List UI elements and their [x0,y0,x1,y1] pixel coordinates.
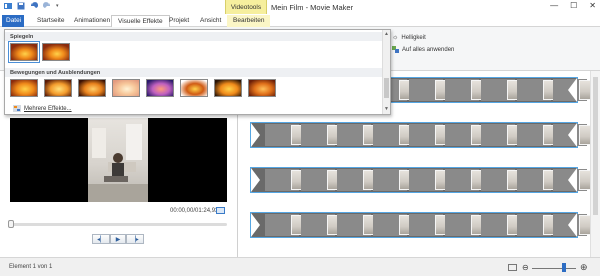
previous-frame-button[interactable]: ◂▏ [92,234,110,244]
flower-thumb-icon [113,80,139,96]
effect-pan-zoom[interactable] [214,79,242,97]
clip-start-marker [251,213,260,237]
seek-handle[interactable] [8,220,14,228]
effect-mirror-horizontal[interactable] [8,41,40,63]
maximize-button[interactable]: ☐ [570,1,577,10]
title-bar: ▾ Videotools Mein Film - Movie Maker — ☐… [0,0,600,16]
clip-end-marker [568,123,577,147]
effect-fade-in-black[interactable] [10,79,38,97]
effect-rotate-360[interactable] [180,79,208,97]
apply-all-label: Auf alles anwenden [402,46,455,53]
flower-thumb-icon [11,80,37,96]
flower-thumb-icon [215,80,241,96]
scroll-up-icon[interactable]: ▲ [384,31,389,37]
more-effects-button[interactable]: Mehrere Effekte... [13,105,72,112]
tab-bearbeiten[interactable]: Bearbeiten [227,15,271,27]
redo-icon[interactable] [43,2,51,10]
tab-datei[interactable]: Datei [2,15,24,27]
tab-projekt[interactable]: Projekt [163,15,195,27]
effects-gallery: Spiegeln Bewegungen und Ausblendungen Me… [4,29,391,115]
clip-end-marker [568,213,577,237]
tab-startseite[interactable]: Startseite [31,15,70,27]
save-icon[interactable] [17,2,25,10]
close-button[interactable]: ✕ [589,1,596,10]
video-frame [88,118,148,202]
gallery-scrollbar[interactable]: ▲ ▼ [382,30,390,114]
zoom-slider-handle[interactable] [562,263,566,272]
flower-thumb-icon [11,44,37,60]
ribbon-tabs: Datei Startseite Animationen Visuelle Ef… [0,14,600,27]
storyboard-clip-row[interactable] [250,167,591,193]
section-mirror: Spiegeln [5,32,383,41]
zoom-in-icon[interactable]: ⊕ [580,262,588,273]
zoom-fit-icon[interactable] [508,264,517,271]
flower-thumb-icon [147,80,173,96]
zoom-slider[interactable] [532,268,576,269]
sun-icon: ☼ [392,34,399,41]
effect-mirror-vertical[interactable] [42,43,70,61]
section-motion: Bewegungen und Ausblendungen [5,68,383,77]
play-button[interactable]: ▶ [110,234,126,244]
flower-thumb-icon [79,80,105,96]
effect-edge-detection[interactable] [146,79,174,97]
status-bar: Element 1 von 1 ⊖ ⊕ [0,257,600,276]
effect-fade-out-white[interactable] [112,79,140,97]
storyboard-clip-row[interactable] [250,212,591,238]
video-preview[interactable] [10,118,227,202]
clip-end-marker [568,168,577,192]
brightness-label: Helligkeit [401,34,426,41]
apply-all-icon [392,46,399,53]
scroll-down-icon[interactable]: ▼ [384,106,389,112]
gallery-scroll-thumb[interactable] [384,78,389,98]
flower-thumb-icon [181,80,207,96]
status-text: Element 1 von 1 [9,264,53,270]
undo-icon[interactable] [30,2,38,10]
storyboard-scrollbar[interactable] [590,71,600,257]
effect-cinematic[interactable] [248,79,276,97]
more-effects-label: Mehrere Effekte... [24,105,72,112]
minimize-button[interactable]: — [550,1,558,10]
quick-access-toolbar: ▾ [4,2,59,10]
storyboard-clip-row[interactable] [250,122,591,148]
window-controls: — ☐ ✕ [550,1,596,10]
previous-frame-icon: ◂▏ [97,236,105,243]
brightness-button[interactable]: ☼ Helligkeit [392,34,426,41]
timecode: 00:00,00/01:24,93 [170,208,219,214]
seek-bar[interactable] [10,223,227,226]
next-frame-icon: ▕▸ [131,236,139,243]
effects-icon [13,105,21,112]
fullscreen-icon[interactable] [216,207,225,214]
tab-animationen[interactable]: Animationen [68,15,116,27]
flower-thumb-icon [249,80,275,96]
clip-end-marker [568,78,577,102]
window-title: Mein Film - Movie Maker [271,3,354,12]
app-icon [4,3,12,9]
next-frame-button[interactable]: ▕▸ [126,234,144,244]
flower-thumb-icon [43,44,69,60]
qat-dropdown-icon[interactable]: ▾ [56,3,59,9]
playback-controls: ◂▏ ▶ ▕▸ [92,234,144,244]
video-frame-image [88,124,148,202]
clip-start-marker [251,123,260,147]
flower-thumb-icon [45,80,71,96]
zoom-out-icon[interactable]: ⊖ [522,263,529,272]
apply-all-button[interactable]: Auf alles anwenden [392,46,454,53]
play-icon: ▶ [115,236,121,243]
tab-ansicht[interactable]: Ansicht [194,15,227,27]
effect-fade-out-black[interactable] [44,79,72,97]
tab-visuelle-effekte[interactable]: Visuelle Effekte [111,15,170,27]
effect-fade-in-white[interactable] [78,79,106,97]
storyboard-scroll-thumb[interactable] [593,77,598,215]
clip-start-marker [251,168,260,192]
